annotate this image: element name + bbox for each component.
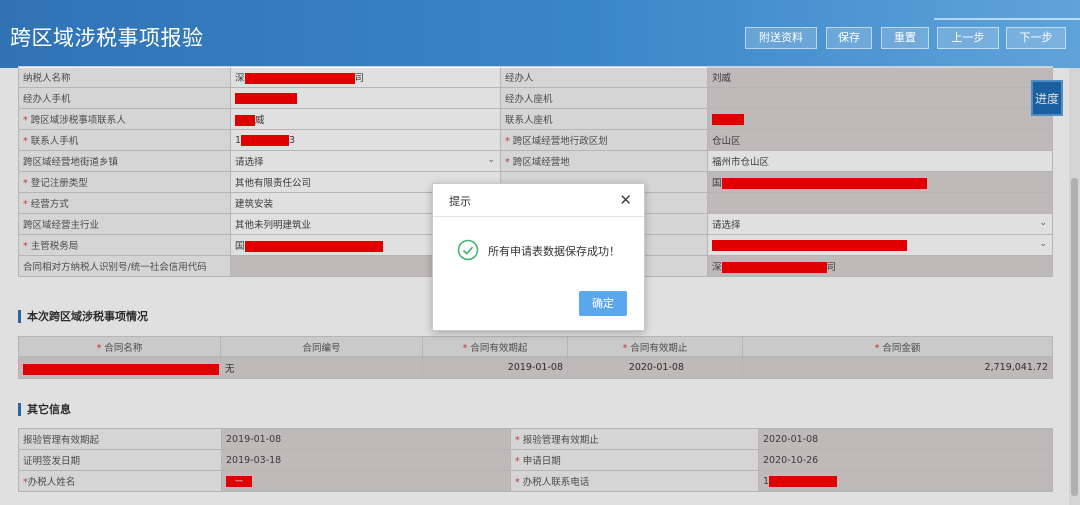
page-header: 跨区域涉税事项报验 附送资料 保存 重置 上一步 下一步 — [0, 0, 1080, 68]
ok-button[interactable]: 确定 — [579, 291, 627, 316]
next-step-button[interactable]: 下一步 — [1006, 27, 1066, 49]
dialog-title: 提示 — [449, 195, 471, 208]
dialog-divider — [433, 216, 644, 217]
prev-step-button[interactable]: 上一步 — [937, 27, 999, 49]
page-title: 跨区域涉税事项报验 — [10, 26, 204, 50]
reset-button[interactable]: 重置 — [881, 27, 929, 49]
close-icon[interactable]: ✕ — [619, 191, 632, 209]
header-divider — [934, 18, 1080, 20]
dialog-message: 所有申请表数据保存成功！ — [488, 245, 620, 258]
save-success-dialog: 提示 ✕ 所有申请表数据保存成功！ 确定 — [432, 183, 645, 331]
save-button[interactable]: 保存 — [826, 27, 872, 49]
attach-docs-button[interactable]: 附送资料 — [745, 27, 817, 49]
success-check-icon — [457, 239, 479, 261]
